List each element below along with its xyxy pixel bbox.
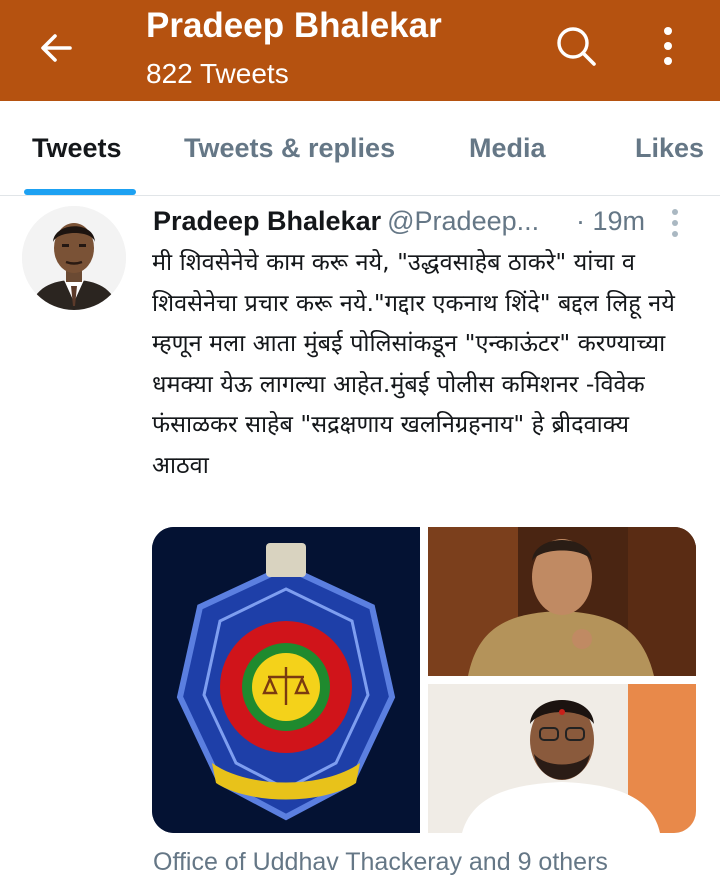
politician-photo-image [428, 684, 696, 833]
tweet-item[interactable]: Pradeep Bhalekar @Pradeep... · 19m मी शिव… [0, 196, 720, 891]
author-name[interactable]: Pradeep Bhalekar [153, 206, 381, 236]
profile-title: Pradeep Bhalekar [146, 6, 442, 45]
active-tab-indicator [24, 189, 136, 195]
top-app-bar: Pradeep Bhalekar 822 Tweets [0, 0, 720, 101]
officer-photo-image [428, 527, 696, 676]
tweet-time: · 19m [576, 206, 646, 236]
tab-likes[interactable]: Likes [635, 133, 704, 164]
tweet-header: Pradeep Bhalekar @Pradeep... · 19m [153, 206, 693, 242]
back-arrow-icon[interactable] [36, 28, 76, 68]
tab-media[interactable]: Media [469, 133, 546, 164]
avatar[interactable] [22, 206, 126, 310]
tweet-media-grid [152, 527, 696, 833]
tweet-text: मी शिवसेनेचे काम करू नये, "उद्धवसाहेब ठा… [152, 248, 675, 479]
avatar-image [22, 206, 126, 310]
media-photo-police-emblem[interactable] [152, 527, 420, 833]
social-context[interactable]: Office of Uddhav Thackeray and 9 others [153, 848, 608, 877]
police-emblem-image [152, 527, 420, 833]
tweet-menu-icon[interactable] [668, 208, 682, 240]
profile-tabs: Tweets Tweets & replies Media Likes [0, 101, 720, 196]
tab-tweets[interactable]: Tweets [32, 133, 122, 164]
tweet-count: 822 Tweets [146, 58, 289, 89]
search-icon[interactable] [554, 24, 598, 68]
tab-tweets-and-replies[interactable]: Tweets & replies [184, 133, 395, 164]
more-vert-icon[interactable] [654, 24, 682, 68]
media-photo-politician[interactable] [428, 684, 696, 833]
media-photo-officer[interactable] [428, 527, 696, 676]
author-handle[interactable]: @Pradeep... [387, 206, 539, 236]
